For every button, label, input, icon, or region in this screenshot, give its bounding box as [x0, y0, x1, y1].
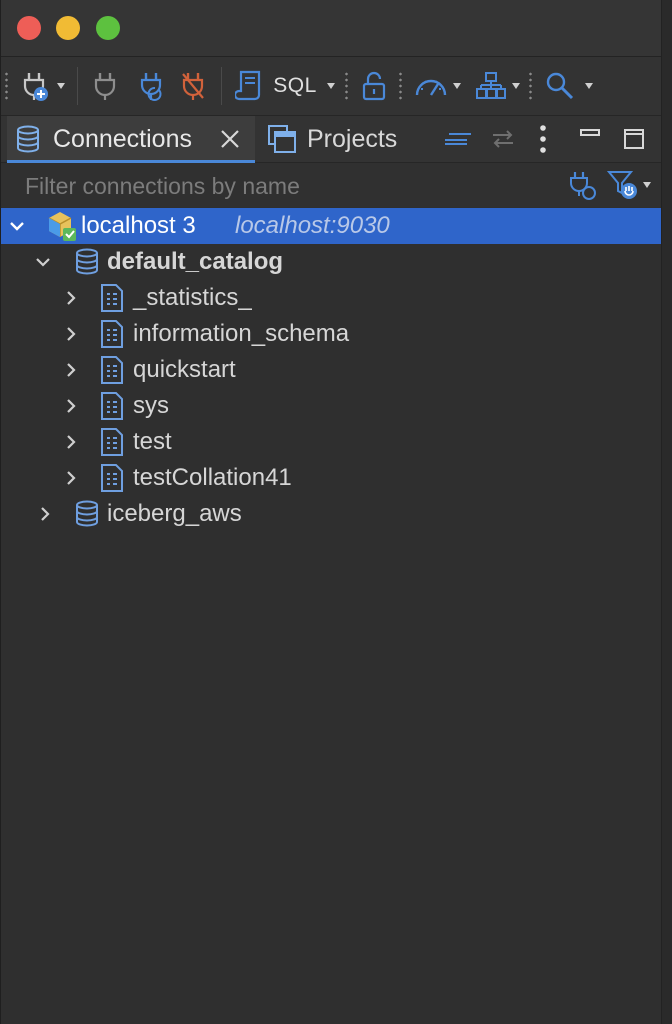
tree-item-catalog[interactable]: default_catalog	[1, 244, 663, 280]
schema-icon	[99, 283, 125, 313]
schema-icon	[99, 463, 125, 493]
tree-item-schema[interactable]: sys	[1, 388, 663, 424]
toolbar-grip[interactable]	[5, 71, 8, 101]
filter-connected-button[interactable]	[567, 163, 601, 207]
link-with-editor-button[interactable]	[489, 116, 519, 162]
disconnect-button[interactable]	[177, 57, 209, 115]
lock-icon	[362, 71, 386, 101]
catalog-name: default_catalog	[107, 248, 284, 275]
chevron-down-icon	[326, 83, 335, 89]
tree-item-schema[interactable]: _statistics_	[1, 280, 663, 316]
tree-item-schema[interactable]: quickstart	[1, 352, 663, 388]
tree-item-catalog[interactable]: iceberg_aws	[1, 496, 663, 532]
minimize-view-button[interactable]	[579, 116, 603, 162]
minimize-icon	[580, 129, 600, 136]
filter-bar	[1, 163, 672, 207]
chevron-down-icon[interactable]	[33, 252, 53, 272]
database-icon	[73, 248, 101, 276]
link-arrows-icon	[493, 130, 513, 148]
connection-icon	[45, 209, 79, 243]
maximize-view-button[interactable]	[623, 116, 647, 162]
schema-icon	[99, 319, 125, 349]
projects-icon	[267, 124, 297, 154]
tab-connections-label: Connections	[53, 124, 192, 153]
schema-name: test	[133, 428, 172, 455]
toolbar-grip[interactable]	[399, 71, 402, 101]
tab-connections[interactable]: Connections	[7, 116, 255, 163]
schema-name: information_schema	[133, 320, 350, 347]
chevron-right-icon[interactable]	[61, 396, 81, 416]
tab-projects[interactable]: Projects	[261, 116, 411, 162]
schema-icon	[99, 427, 125, 457]
new-connection-button[interactable]	[17, 57, 69, 115]
database-icon	[73, 500, 101, 528]
new-connection-icon	[23, 73, 48, 101]
database-icon	[13, 124, 43, 154]
maximize-icon	[624, 129, 644, 149]
reconnect-button[interactable]	[134, 57, 170, 115]
tree-item-schema[interactable]: information_schema	[1, 316, 663, 352]
reconnect-icon	[140, 73, 162, 101]
close-window-button[interactable]	[17, 16, 41, 40]
maximize-window-button[interactable]	[96, 16, 120, 40]
toolbar-grip[interactable]	[529, 71, 532, 101]
hierarchy-button[interactable]	[471, 57, 525, 115]
catalog-name: iceberg_aws	[107, 500, 242, 527]
search-button[interactable]	[541, 57, 597, 115]
title-bar	[1, 0, 672, 57]
chevron-right-icon[interactable]	[61, 432, 81, 452]
dashboard-icon	[415, 79, 447, 96]
sql-label: SQL	[273, 74, 317, 97]
filter-icon	[607, 171, 637, 199]
view-tab-bar: Connections Projects	[1, 116, 672, 163]
filter-connections-input[interactable]	[25, 171, 545, 201]
chevron-right-icon[interactable]	[61, 324, 81, 344]
schema-name: quickstart	[133, 356, 236, 383]
schema-name: sys	[133, 392, 169, 419]
filter-settings-button[interactable]	[607, 163, 659, 207]
dbeaver-window: SQL Connections Projects Filter connecti…	[0, 0, 672, 1024]
sql-editor-button[interactable]: SQL	[229, 57, 341, 115]
chevron-down-icon[interactable]	[7, 216, 27, 236]
disconnect-icon	[182, 73, 204, 100]
search-icon	[546, 72, 574, 100]
toolbar-separator	[77, 67, 78, 105]
toolbar-grip[interactable]	[345, 71, 348, 101]
tree-item-connection[interactable]: localhost 3 localhost:9030	[1, 208, 663, 244]
chevron-right-icon[interactable]	[61, 360, 81, 380]
connect-button[interactable]	[89, 57, 121, 115]
toolbar-separator	[221, 67, 222, 105]
connection-address: localhost:9030	[235, 212, 390, 239]
collapse-all-icon	[445, 133, 471, 145]
tab-projects-label: Projects	[307, 124, 398, 153]
main-toolbar: SQL	[1, 57, 672, 116]
right-edge-border	[661, 0, 672, 1024]
schema-icon	[99, 391, 125, 421]
more-vertical-icon	[540, 125, 546, 153]
tree-item-schema[interactable]: test	[1, 424, 663, 460]
chevron-right-icon[interactable]	[61, 468, 81, 488]
collapse-all-button[interactable]	[443, 116, 475, 162]
plug-filter-icon	[570, 172, 596, 200]
close-icon[interactable]	[219, 128, 241, 150]
schema-name: _statistics_	[133, 284, 252, 311]
schema-icon	[99, 355, 125, 385]
chevron-right-icon[interactable]	[61, 288, 81, 308]
connection-name: localhost 3	[81, 212, 196, 239]
sql-editor-icon	[235, 70, 261, 101]
chevron-down-icon	[453, 83, 461, 89]
connect-icon	[94, 73, 116, 100]
chevron-down-icon	[57, 83, 65, 89]
hierarchy-icon	[476, 72, 506, 99]
minimize-window-button[interactable]	[56, 16, 80, 40]
transaction-mode-button[interactable]	[357, 57, 391, 115]
tree-item-schema[interactable]: testCollation41	[1, 460, 663, 496]
chevron-down-icon	[512, 83, 520, 89]
chevron-right-icon[interactable]	[35, 504, 55, 524]
view-menu-button[interactable]	[539, 116, 555, 162]
chevron-down-icon	[585, 83, 593, 89]
chevron-down-icon	[643, 182, 651, 188]
dashboard-button[interactable]	[409, 57, 465, 115]
schema-name: testCollation41	[133, 464, 292, 491]
